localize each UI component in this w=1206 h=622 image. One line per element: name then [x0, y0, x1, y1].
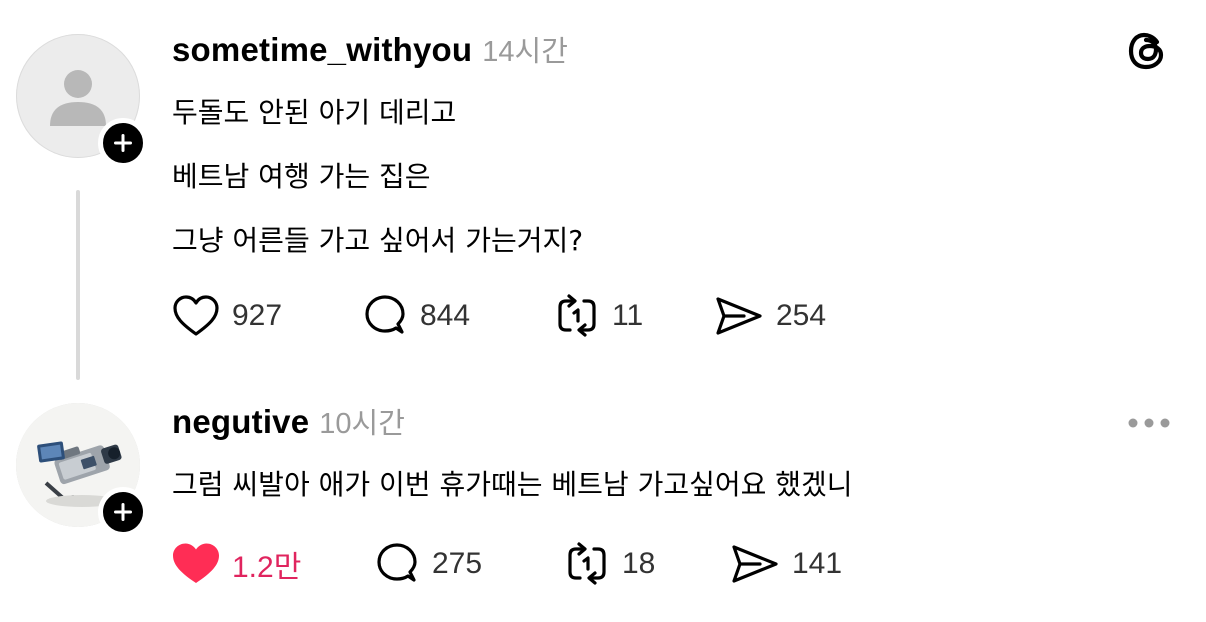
- plus-icon: [114, 134, 132, 152]
- post-text-line: 베트남 여행 가는 집은: [172, 160, 431, 193]
- reply-button[interactable]: 844: [362, 292, 470, 340]
- repost-count: 18: [622, 547, 656, 580]
- post-text-line: 두돌도 안된 아기 데리고: [172, 96, 457, 129]
- timestamp: 14시간: [482, 36, 568, 68]
- thread-reply: negutive 10시간 그럼 씨발아 애가 이번 휴가때는 베트남 가고싶어…: [0, 380, 1206, 622]
- like-count: 1.2만: [232, 551, 302, 584]
- post-header: sometime_withyou 14시간: [172, 28, 568, 70]
- repost-icon: [558, 294, 596, 337]
- username[interactable]: sometime_withyou: [172, 31, 472, 69]
- reply-button[interactable]: 275: [374, 540, 482, 588]
- more-options-icon[interactable]: [1126, 415, 1172, 429]
- share-count: 141: [792, 547, 843, 580]
- heart-icon: [173, 295, 219, 336]
- speech-bubble-icon: [365, 295, 405, 334]
- send-icon: [732, 545, 778, 583]
- avatar[interactable]: [16, 34, 148, 168]
- post-header: negutive 10시간: [172, 400, 405, 442]
- avatar[interactable]: [16, 403, 148, 537]
- post-text: 그럼 씨발아 애가 이번 휴가때는 베트남 가고싶어요 했겠니: [172, 463, 853, 527]
- reply-count: 275: [432, 547, 483, 580]
- post-text-line: 그럼 씨발아 애가 이번 휴가때는 베트남 가고싶어요 했겠니: [172, 468, 853, 501]
- reply-count: 844: [420, 299, 471, 332]
- repost-button[interactable]: 18: [564, 540, 655, 588]
- share-count: 254: [776, 299, 827, 332]
- send-icon: [716, 297, 762, 335]
- threads-logo-icon[interactable]: [1124, 28, 1170, 74]
- post-text-line: 그냥 어른들 가고 싶어서 가는거지?: [172, 224, 584, 257]
- heart-filled-icon: [173, 543, 219, 583]
- like-count: 927: [232, 299, 283, 332]
- thread-post: sometime_withyou 14시간 두돌도 안된 아기 데리고 베트남 …: [0, 0, 1206, 380]
- like-button[interactable]: 1.2만: [172, 540, 301, 588]
- follow-button[interactable]: [98, 118, 148, 168]
- share-button[interactable]: 141: [730, 540, 842, 588]
- timestamp: 10시간: [319, 408, 405, 440]
- action-bar: 1.2만 275 18 141: [172, 540, 932, 588]
- speech-bubble-icon: [377, 543, 417, 582]
- action-bar: 927 844 11 254: [172, 292, 932, 340]
- thread-connector-line: [76, 190, 80, 380]
- repost-count: 11: [612, 299, 644, 332]
- follow-button[interactable]: [98, 487, 148, 537]
- like-button[interactable]: 927: [172, 292, 282, 340]
- username[interactable]: negutive: [172, 403, 309, 441]
- repost-icon: [568, 542, 606, 585]
- plus-icon: [114, 503, 132, 521]
- repost-button[interactable]: 11: [554, 292, 643, 340]
- share-button[interactable]: 254: [714, 292, 826, 340]
- post-text: 두돌도 안된 아기 데리고 베트남 여행 가는 집은 그냥 어른들 가고 싶어서…: [172, 91, 583, 283]
